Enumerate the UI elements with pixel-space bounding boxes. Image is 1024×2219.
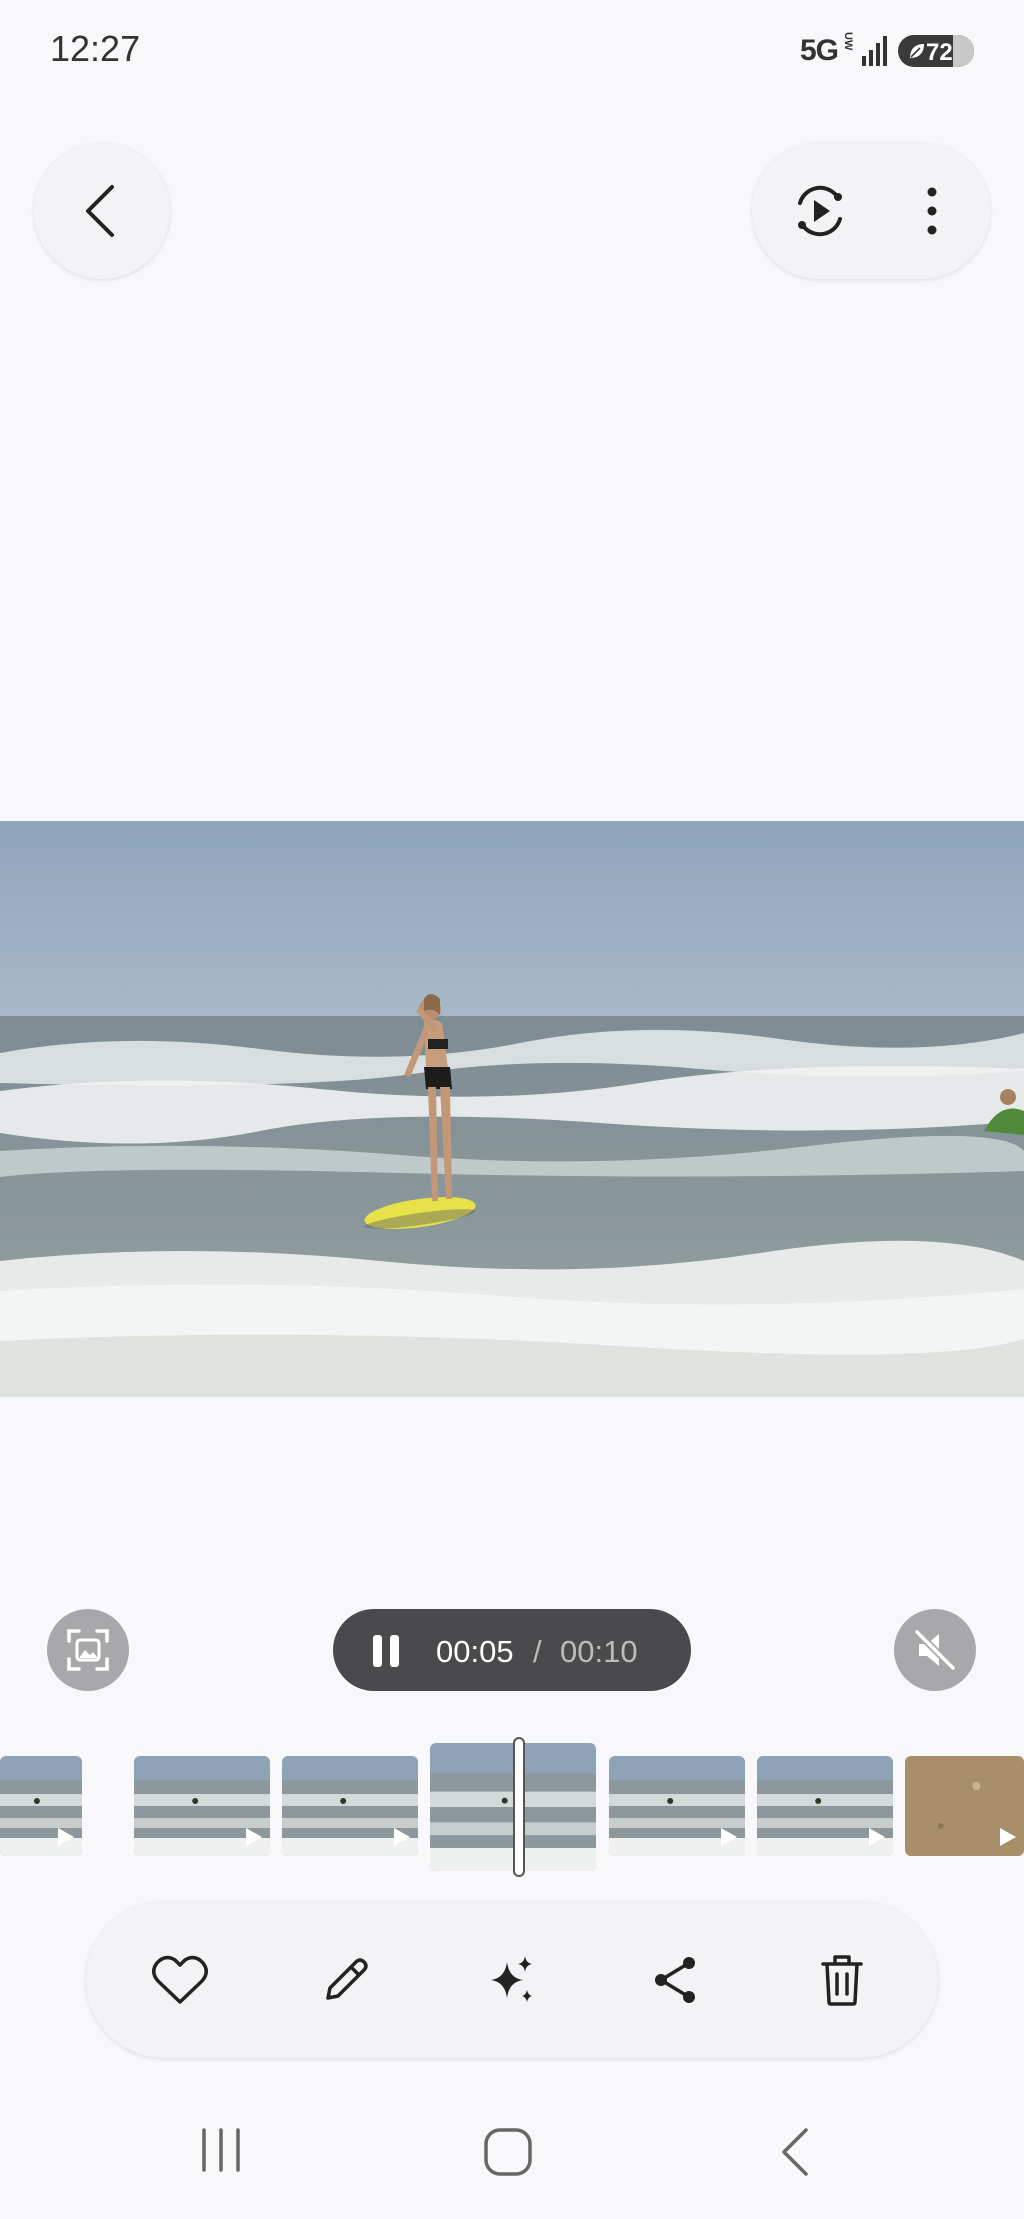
back-button[interactable] [34, 143, 170, 279]
battery-percent: 72 [926, 39, 953, 66]
video-play-icon [246, 1828, 262, 1846]
network-sub-label: UW [842, 32, 854, 51]
playback-pill: 00:05 / 00:10 [333, 1609, 691, 1691]
time-separator: / [533, 1634, 542, 1669]
video-play-icon [1000, 1828, 1016, 1846]
play-cycle-icon [798, 185, 842, 237]
edit-button[interactable] [306, 1940, 386, 2020]
total-time: 00:10 [560, 1634, 638, 1669]
pause-icon[interactable] [368, 1633, 404, 1669]
video-play-icon [58, 1828, 74, 1846]
filmstrip-thumbnail[interactable] [134, 1756, 270, 1856]
recent-apps-icon[interactable] [196, 2126, 246, 2174]
favorite-button[interactable] [140, 1940, 220, 2020]
share-button[interactable] [636, 1940, 716, 2020]
filmstrip-thumbnail[interactable] [905, 1756, 1024, 1856]
back-icon[interactable] [776, 2126, 816, 2178]
chevron-left-icon [86, 185, 114, 237]
filmstrip-thumbnail[interactable] [609, 1756, 745, 1856]
capture-frame-button[interactable] [47, 1609, 129, 1691]
video-play-icon [869, 1828, 885, 1846]
slideshow-button[interactable] [780, 171, 860, 251]
filmstrip-thumbnail[interactable] [0, 1756, 82, 1856]
home-icon[interactable] [482, 2126, 534, 2178]
more-vertical-icon [927, 187, 937, 235]
capture-image-icon [67, 1629, 109, 1671]
more-options-button[interactable] [892, 171, 972, 251]
surf-scene-image [0, 821, 1024, 1397]
volume-muted-icon [914, 1629, 956, 1671]
battery-indicator: 72 [898, 35, 974, 67]
video-play-icon [394, 1828, 410, 1846]
network-type: 5G [800, 34, 839, 67]
mute-button[interactable] [894, 1609, 976, 1691]
signal-icon [862, 36, 887, 66]
status-time: 12:27 [50, 28, 141, 69]
heart-icon [152, 1955, 208, 2004]
enhance-button[interactable] [471, 1940, 551, 2020]
scrub-handle[interactable] [513, 1737, 525, 1877]
leaf-icon [910, 44, 924, 58]
pencil-icon [326, 1958, 368, 2000]
video-play-icon [721, 1828, 737, 1846]
status-bar: 12:27 5G UW 72 [0, 0, 1024, 80]
filmstrip-thumbnail[interactable] [282, 1756, 418, 1856]
sparkle-icon [491, 1956, 532, 2002]
current-time: 00:05 [436, 1634, 514, 1669]
trash-icon [821, 1955, 863, 2006]
share-icon [655, 1957, 695, 2003]
delete-button[interactable] [802, 1940, 882, 2020]
filmstrip-thumbnail[interactable] [757, 1756, 893, 1856]
action-bar [86, 1902, 938, 2058]
navigation-bar [0, 2100, 1024, 2219]
top-actions-pill [752, 143, 990, 279]
video-frame[interactable] [0, 821, 1024, 1397]
